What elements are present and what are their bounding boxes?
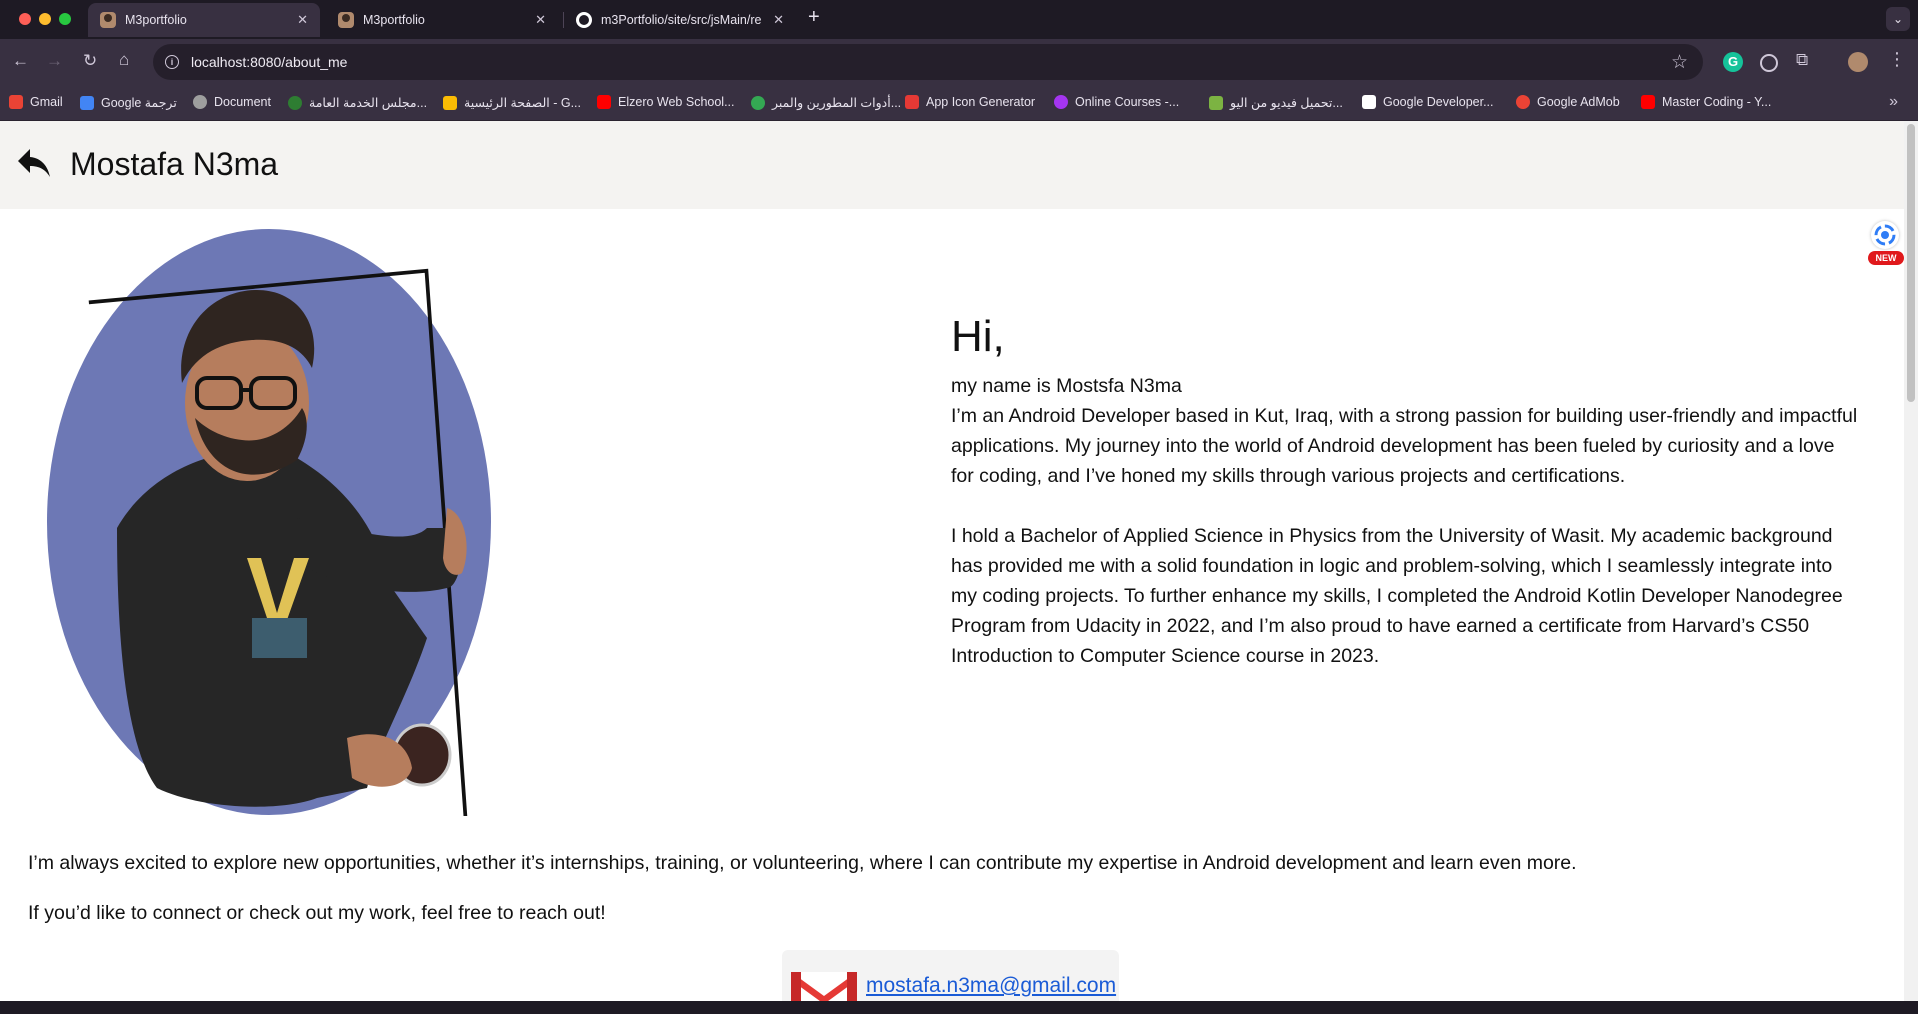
about-intro: Hi, my name is Mostsfa N3ma I’m an Andro…	[951, 313, 1861, 671]
name-line: my name is Mostsfa N3ma	[951, 375, 1182, 397]
extensions-puzzle-icon[interactable]: ⧉	[1796, 50, 1816, 70]
tab-title: M3portfolio	[363, 13, 425, 27]
bookmark-label: Elzero Web School...	[618, 95, 735, 109]
tab-title: M3portfolio	[125, 13, 187, 27]
bookmark-label: الصفحة الرئيسية - G...	[464, 96, 581, 110]
bookmark-item[interactable]: Online Courses -...	[1054, 95, 1179, 109]
admob-icon	[1516, 95, 1530, 109]
reload-icon[interactable]: ↻	[83, 51, 97, 71]
profile-portrait-image	[47, 229, 491, 816]
tab-search-chevron-icon[interactable]: ⌄	[1886, 7, 1910, 31]
profile-avatar[interactable]	[1848, 52, 1868, 72]
bookmark-item[interactable]: تحميل فيديو من اليو...	[1209, 95, 1343, 110]
page-viewport: Mostafa N3ma Hi, my name is Mostsfa N3ma	[0, 121, 1904, 1001]
bookmark-item[interactable]: أدوات المطورين والمبر...	[751, 95, 901, 110]
bookmark-label: مجلس الخدمة العامة...	[309, 96, 428, 110]
bookmarks-overflow-icon[interactable]: »	[1889, 93, 1898, 111]
youtube-icon	[1641, 95, 1655, 109]
dev-tools-icon	[751, 95, 765, 110]
forward-arrow-icon[interactable]: →	[46, 51, 63, 71]
bookmark-label: App Icon Generator	[926, 95, 1036, 109]
translate-icon	[80, 95, 94, 110]
extension-shield-icon[interactable]	[1760, 54, 1778, 72]
github-icon	[576, 12, 592, 28]
home-icon[interactable]: ⌂	[119, 50, 129, 70]
browser-toolbar: ← → ↻ ⌂ i localhost:8080/about_me ☆ G ⧉ …	[0, 39, 1918, 86]
top-app-bar: Mostafa N3ma	[0, 121, 1904, 209]
bookmark-label: Gmail	[30, 95, 63, 109]
bookmark-label: Online Courses -...	[1075, 95, 1180, 109]
bookmark-label: Google ترجمة	[101, 96, 177, 110]
bookmark-label: Master Coding - Y...	[1662, 95, 1772, 109]
bookmark-item[interactable]: Elzero Web School...	[597, 95, 735, 109]
browser-tab[interactable]: m3Portfolio/site/src/jsMain/re ✕	[564, 3, 796, 37]
about-paragraph: I’m an Android Developer based in Kut, I…	[951, 405, 1858, 487]
site-info-icon[interactable]: i	[165, 55, 179, 69]
tab-close-icon[interactable]: ✕	[297, 12, 308, 28]
google-dev-icon	[1362, 95, 1376, 109]
bookmark-label: Google Developer...	[1383, 95, 1494, 109]
back-arrow-icon[interactable]: ←	[12, 51, 29, 71]
reply-back-icon[interactable]	[16, 147, 52, 181]
opportunities-text: I’m always excited to explore new opport…	[28, 852, 1577, 874]
globe-icon	[193, 95, 207, 109]
profile-favicon-icon	[100, 12, 116, 28]
download-icon	[1209, 95, 1223, 110]
floating-assistant-widget[interactable]: NEW	[1868, 221, 1904, 269]
youtube-icon	[597, 95, 611, 109]
bookmark-item[interactable]: الصفحة الرئيسية - G...	[443, 95, 581, 110]
tab-close-icon[interactable]: ✕	[773, 12, 784, 28]
bookmark-item[interactable]: Google ترجمة	[80, 95, 177, 110]
reach-out-text: If you’d like to connect or check out my…	[28, 902, 606, 924]
bookmark-item[interactable]: App Icon Generator	[905, 95, 1035, 109]
ads-icon	[443, 95, 457, 110]
bookmark-label: تحميل فيديو من اليو...	[1230, 96, 1343, 110]
assistant-swirl-icon	[1871, 221, 1899, 249]
udemy-icon	[1054, 95, 1068, 109]
maximize-window-button[interactable]	[59, 13, 71, 25]
browser-tab-strip: M3portfolio ✕ M3portfolio ✕ m3Portfolio/…	[0, 0, 1918, 39]
profile-favicon-icon	[338, 12, 354, 28]
page-scrollbar[interactable]	[1904, 121, 1918, 1001]
email-contact-card[interactable]: mostafa.n3ma@gmail.com	[782, 950, 1119, 1001]
minimize-window-button[interactable]	[39, 13, 51, 25]
window-bottom-edge	[0, 1001, 1918, 1014]
bookmark-item[interactable]: Google Developer...	[1362, 95, 1494, 109]
email-link[interactable]: mostafa.n3ma@gmail.com	[866, 974, 1116, 998]
bookmarks-bar: Gmail Google ترجمة Document مجلس الخدمة …	[0, 86, 1918, 121]
seal-icon	[288, 95, 302, 110]
gmail-icon	[9, 95, 23, 109]
browser-tab[interactable]: M3portfolio ✕	[88, 3, 320, 37]
new-badge: NEW	[1868, 251, 1904, 265]
browser-tab[interactable]: M3portfolio ✕	[326, 3, 558, 37]
address-bar[interactable]: i localhost:8080/about_me ☆	[153, 44, 1703, 80]
tab-close-icon[interactable]: ✕	[535, 12, 546, 28]
bookmark-label: Document	[214, 95, 271, 109]
bookmark-item[interactable]: Master Coding - Y...	[1641, 95, 1771, 109]
bookmark-item[interactable]: Document	[193, 95, 271, 109]
grid-icon	[905, 95, 919, 109]
bookmark-star-icon[interactable]: ☆	[1671, 51, 1688, 74]
bookmark-item[interactable]: Gmail	[9, 95, 63, 109]
page-title: Mostafa N3ma	[70, 146, 279, 182]
browser-menu-icon[interactable]: ⋮	[1888, 49, 1908, 69]
new-tab-button[interactable]: +	[808, 6, 820, 29]
bookmark-item[interactable]: Google AdMob	[1516, 95, 1620, 109]
gmail-icon	[791, 972, 857, 1001]
address-url[interactable]: localhost:8080/about_me	[191, 54, 347, 70]
grammarly-icon[interactable]: G	[1723, 52, 1743, 72]
about-paragraph: I hold a Bachelor of Applied Science in …	[951, 525, 1843, 667]
bookmark-item[interactable]: مجلس الخدمة العامة...	[288, 95, 427, 110]
greeting-heading: Hi,	[951, 312, 1005, 361]
tab-title: m3Portfolio/site/src/jsMain/re	[601, 13, 762, 27]
bookmark-label: Google AdMob	[1537, 95, 1620, 109]
close-window-button[interactable]	[19, 13, 31, 25]
scrollbar-thumb[interactable]	[1907, 124, 1915, 402]
bookmark-label: أدوات المطورين والمبر...	[772, 96, 902, 110]
